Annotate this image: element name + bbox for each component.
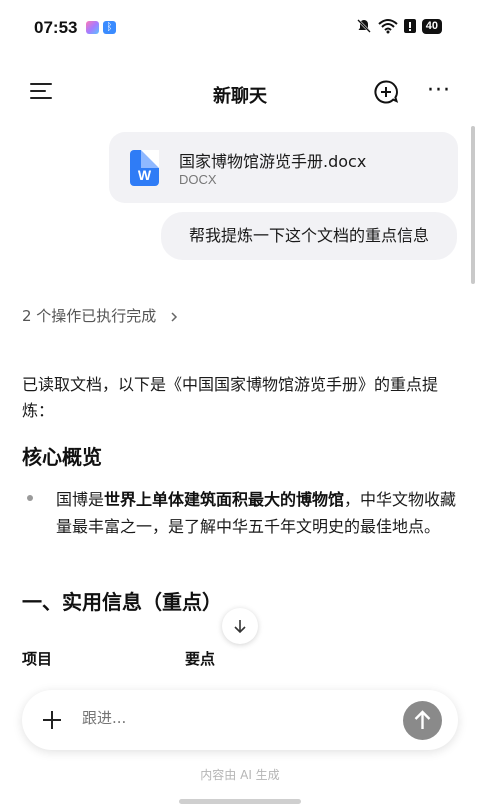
file-type: DOCX (179, 172, 217, 187)
plus-icon[interactable] (41, 709, 63, 731)
bold-highlight: 世界上单体建筑面积最大的博物馆 (104, 490, 345, 509)
chevron-right-icon (171, 311, 178, 322)
operations-done-toggle[interactable]: 2 个操作已执行完成 (22, 305, 179, 326)
send-button[interactable] (403, 701, 442, 740)
follow-up-input[interactable] (82, 709, 382, 727)
heading-core-overview: 核心概览 (22, 445, 102, 469)
status-icons: 40 (356, 18, 442, 34)
arrow-down-icon (234, 620, 246, 634)
bluetooth-icon: ᛒ (103, 21, 116, 34)
status-time: 07:53 (34, 18, 78, 37)
page-title: 新聊天 (213, 86, 267, 107)
scroll-down-button[interactable] (222, 608, 258, 644)
more-options-icon[interactable]: ··· (427, 80, 451, 102)
file-name: 国家博物馆游览手册.docx (179, 152, 367, 171)
home-indicator[interactable] (179, 799, 301, 804)
app-notification-icon (86, 21, 99, 34)
alert-icon (403, 19, 416, 33)
word-document-icon: W (130, 150, 159, 186)
operations-done-label: 2 个操作已执行完成 (22, 307, 157, 325)
bullet-item: 国博是世界上单体建筑面积最大的博物馆，中华文物收藏量最丰富之一，是了解中华五千年… (56, 490, 457, 536)
mute-icon (356, 19, 371, 33)
response-intro: 已读取文档，以下是《中国国家博物馆游览手册》的重点提炼： (22, 375, 439, 420)
heading-practical-info: 一、实用信息（重点） (22, 590, 222, 614)
bullet-dot (27, 495, 33, 501)
ai-generated-note: 内容由 AI 生成 (200, 768, 280, 782)
wifi-icon (378, 19, 398, 34)
add-circle-icon[interactable] (373, 79, 399, 105)
scrollbar[interactable] (471, 126, 475, 284)
battery-icon: 40 (421, 18, 442, 34)
user-message: 帮我提炼一下这个文档的重点信息 (161, 212, 457, 260)
arrow-up-icon (414, 710, 431, 729)
